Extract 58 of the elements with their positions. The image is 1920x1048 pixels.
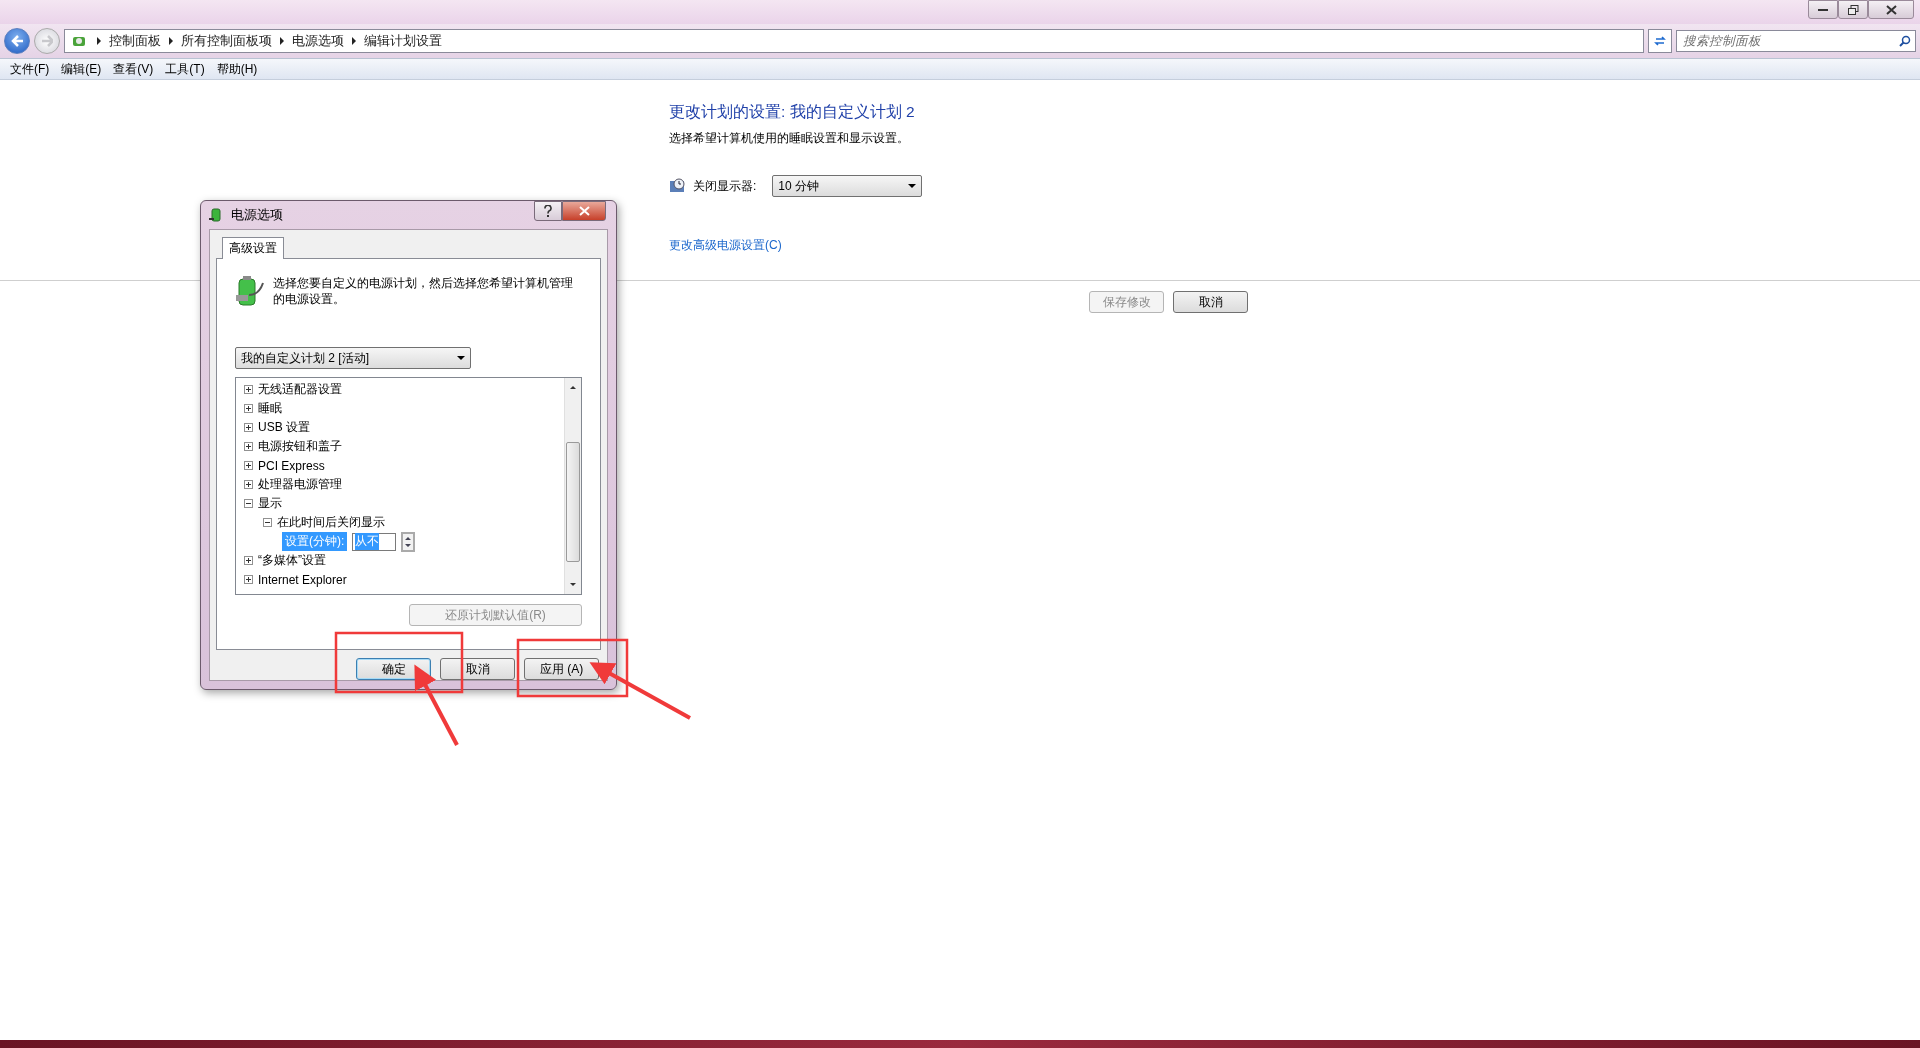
advanced-settings-link[interactable]: 更改高级电源设置(C) [669, 237, 782, 254]
breadcrumb-link[interactable]: 所有控制面板项 [181, 32, 272, 50]
expand-icon[interactable] [244, 423, 253, 432]
menu-item[interactable]: 帮助(H) [210, 60, 264, 78]
settings-tab[interactable]: 高级设置 [222, 237, 284, 259]
spinner-icon[interactable] [401, 531, 416, 552]
tree-item[interactable]: 睡眠 [258, 400, 282, 417]
tree-item[interactable]: 显示 [258, 495, 282, 512]
menu-item[interactable]: 工具(T) [159, 60, 211, 78]
search-field[interactable]: 搜索控制面板 [1676, 30, 1916, 52]
expand-icon[interactable] [244, 442, 253, 451]
address-bar[interactable]: 控制面板 所有控制面板项 电源选项 编辑计划设置 [64, 29, 1644, 53]
menu-item[interactable]: 文件(F) [4, 60, 56, 78]
expand-icon[interactable] [244, 556, 253, 565]
search-icon[interactable] [1899, 35, 1911, 47]
arrow-right-icon [41, 35, 53, 47]
battery-plug-icon [235, 275, 265, 309]
tree-item[interactable]: USB 设置 [258, 419, 310, 436]
tree-item[interactable]: PCI Express [258, 458, 325, 473]
expand-icon[interactable] [244, 404, 253, 413]
expand-icon[interactable] [244, 480, 253, 489]
cancel-button[interactable]: 取消 [440, 658, 515, 680]
dialog-title: 电源选项 [231, 206, 283, 224]
breadcrumb-link[interactable]: 电源选项 [292, 32, 344, 50]
restore-icon[interactable] [1838, 0, 1868, 19]
power-plan-dropdown[interactable]: 我的自定义计划 2 [活动] [235, 347, 471, 369]
display-off-dropdown[interactable]: 10 分钟 [772, 175, 923, 197]
close-icon[interactable] [1868, 0, 1914, 19]
tree-item[interactable]: 无线适配器设置 [258, 381, 342, 398]
dialog-description: 选择您要自定义的电源计划，然后选择您希望计算机管理的电源设置。 [272, 276, 574, 307]
expand-icon[interactable] [244, 385, 253, 394]
refresh-icon[interactable] [1648, 29, 1672, 53]
collapse-icon[interactable] [263, 518, 272, 527]
tree-item[interactable]: 电源按钮和盖子 [258, 438, 342, 455]
help-icon[interactable] [534, 201, 562, 221]
tree-item[interactable]: 处理器电源管理 [258, 476, 342, 493]
minimize-icon[interactable] [1808, 0, 1838, 19]
scrollbar[interactable] [564, 378, 581, 594]
ok-button[interactable]: 确定 [356, 658, 431, 680]
breadcrumb-link[interactable]: 控制面板 [109, 32, 161, 50]
menu-item[interactable]: 编辑(E) [55, 60, 108, 78]
back-button[interactable] [4, 28, 30, 54]
cancel-button[interactable]: 取消 [1173, 291, 1248, 313]
close-icon[interactable] [562, 201, 606, 221]
page-subtitle: 选择希望计算机使用的睡眠设置和显示设置。 [669, 130, 910, 147]
expand-icon[interactable] [244, 575, 253, 584]
tree-item[interactable]: Internet Explorer [258, 572, 347, 587]
breadcrumb-link[interactable]: 编辑计划设置 [364, 32, 442, 50]
collapse-icon[interactable] [244, 499, 253, 508]
tree-item[interactable]: “多媒体”设置 [258, 552, 326, 569]
menu-item[interactable]: 查看(V) [107, 60, 160, 78]
page-title: 更改计划的设置: 我的自定义计划 2 [669, 102, 916, 122]
display-off-label: 关闭显示器: [693, 177, 757, 195]
apply-button[interactable]: 应用 (A) [524, 658, 599, 680]
arrow-left-icon [11, 35, 23, 47]
monitor-clock-icon [669, 178, 685, 194]
expand-icon[interactable] [244, 461, 253, 470]
tree-item[interactable]: 在此时间后关闭显示 [277, 514, 385, 531]
